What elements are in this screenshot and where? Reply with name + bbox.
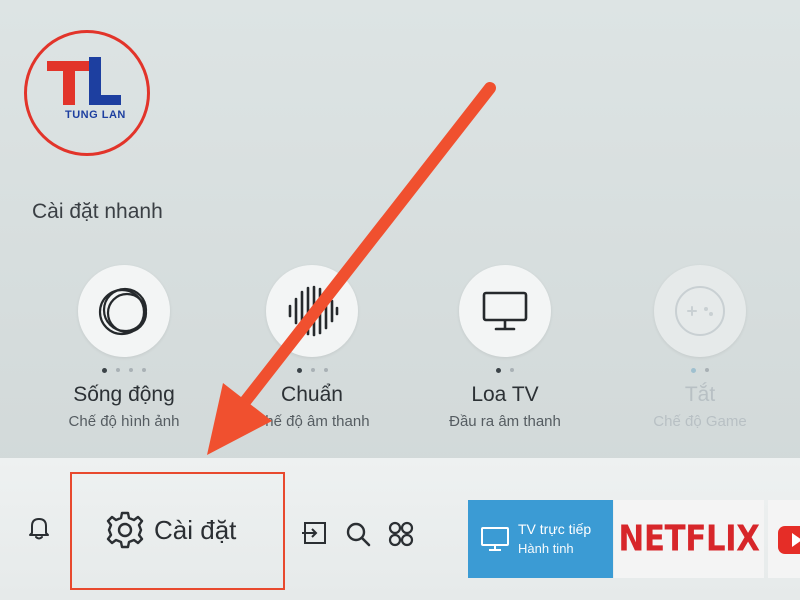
gamepad-icon [654, 265, 746, 357]
tv-icon [481, 527, 509, 551]
notification-bell-icon[interactable] [28, 515, 50, 546]
search-icon[interactable] [344, 520, 372, 553]
settings-highlight-box [70, 472, 285, 590]
option-dots [600, 363, 800, 377]
quick-setting-sub: Chế độ âm thanh [254, 413, 370, 430]
source-input-icon[interactable] [300, 520, 328, 551]
quick-setting-sub: Chế độ hình ảnh [68, 413, 180, 430]
netflix-logo-text: NETFLIX [618, 518, 760, 560]
live-tv-title: TV trực tiếp [518, 521, 592, 537]
netflix-tile[interactable]: NETFLIX [614, 500, 764, 578]
quick-setting-game-mode[interactable]: Tắt Chế độ Game [600, 265, 800, 430]
logo-brand-text: TUNG LAN [65, 109, 126, 121]
sound-mode-icon [266, 265, 358, 357]
quick-setting-sub: Chế độ Game [653, 413, 747, 430]
quick-setting-picture-mode[interactable]: Sống động Chế độ hình ảnh [24, 265, 224, 430]
apps-grid-icon[interactable] [387, 520, 415, 553]
live-tv-channel: Hành tinh [518, 541, 574, 556]
picture-mode-icon [78, 265, 170, 357]
youtube-icon [778, 526, 800, 554]
quick-setting-sound-mode[interactable]: Chuẩn Chế độ âm thanh [212, 265, 412, 430]
quick-setting-label: Loa TV [471, 383, 539, 406]
quick-setting-label: Tắt [684, 383, 716, 406]
quick-settings-title: Cài đặt nhanh [32, 200, 163, 223]
quick-setting-label: Sống động [73, 383, 175, 406]
option-dots [405, 363, 605, 377]
tv-speaker-icon [459, 265, 551, 357]
option-dots [24, 363, 224, 377]
quick-setting-sound-output[interactable]: Loa TV Đầu ra âm thanh [405, 265, 605, 430]
tl-logo-mark [47, 57, 121, 105]
tung-lan-logo: TUNG LAN [24, 30, 150, 156]
quick-setting-label: Chuẩn [281, 383, 343, 406]
live-tv-tile[interactable]: TV trực tiếp Hành tinh [468, 500, 613, 578]
quick-setting-sub: Đầu ra âm thanh [449, 413, 561, 430]
option-dots [212, 363, 412, 377]
youtube-tile[interactable] [768, 500, 800, 578]
